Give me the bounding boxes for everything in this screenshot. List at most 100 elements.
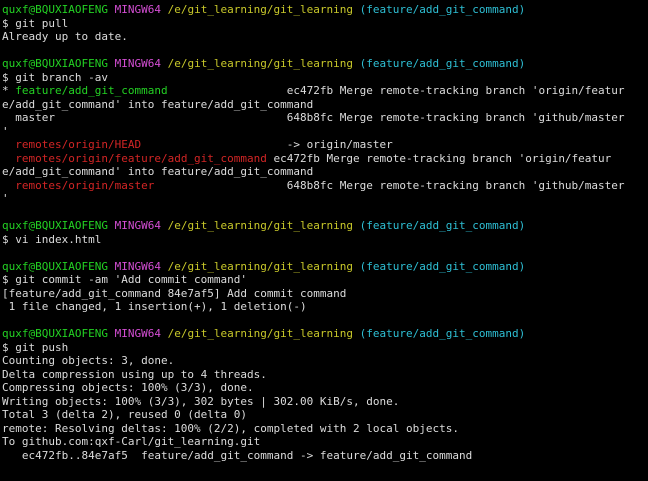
- terminal-line: e/add_git_command' into feature/add_git_…: [2, 98, 648, 112]
- remote-branch-name: remotes/origin/HEAD: [15, 138, 142, 151]
- output-text: $ git push: [2, 340, 69, 354]
- prompt-env: MINGW64: [114, 219, 161, 232]
- output-text: ec472fb Merge remote-tracking branch 'or…: [167, 84, 625, 97]
- output-text: $ vi index.html: [2, 232, 102, 246]
- output-text: -> origin/master: [141, 138, 393, 151]
- prompt-user-host: quxf@BQUXIAOFENG: [2, 3, 108, 16]
- output-text: $ git branch -av: [2, 70, 108, 84]
- output-text: Compressing objects: 100% (3/3), done.: [2, 381, 254, 394]
- terminal-line: remotes/origin/HEAD -> origin/master: [2, 138, 648, 152]
- output-text: Already up to date.: [2, 30, 128, 43]
- output-text: master 648b8fc Merge remote-tracking bra…: [2, 111, 625, 124]
- terminal-line: remotes/origin/master 648b8fc Merge remo…: [2, 179, 648, 193]
- terminal-line: Writing objects: 100% (3/3), 302 bytes |…: [2, 395, 648, 409]
- output-text: To github.com:qxf-Carl/git_learning.git: [2, 435, 261, 448]
- prompt-branch: (feature/add_git_command): [359, 327, 526, 340]
- current-branch-name: feature/add_git_command: [15, 84, 168, 97]
- output-text: ': [2, 124, 9, 138]
- terminal-line: $ git pull: [2, 17, 648, 31]
- terminal-line: quxf@BQUXIAOFENG MINGW64 /e/git_learning…: [2, 260, 648, 274]
- terminal-line: Compressing objects: 100% (3/3), done.: [2, 381, 648, 395]
- prompt-user-host: quxf@BQUXIAOFENG: [2, 57, 108, 70]
- terminal-line: Total 3 (delta 2), reused 0 (delta 0): [2, 408, 648, 422]
- terminal-line: master 648b8fc Merge remote-tracking bra…: [2, 111, 648, 125]
- terminal-line: Already up to date.: [2, 30, 648, 44]
- terminal-line: * feature/add_git_command ec472fb Merge …: [2, 84, 648, 98]
- output-text: *: [2, 84, 16, 97]
- output-text: ': [2, 192, 9, 205]
- prompt-user-host: quxf@BQUXIAOFENG: [2, 259, 108, 273]
- prompt-path: /e/git_learning/git_learning: [167, 219, 354, 232]
- terminal-line: remotes/origin/feature/add_git_command e…: [2, 152, 648, 166]
- terminal-line: [feature/add_git_command 84e7af5] Add co…: [2, 287, 648, 301]
- output-text: ec472fb Merge remote-tracking branch 'or…: [266, 151, 612, 165]
- output-text: Total 3 (delta 2), reused 0 (delta 0): [2, 408, 248, 421]
- prompt-branch: (feature/add_git_command): [359, 57, 526, 70]
- output-text: Counting objects: 3, done.: [2, 354, 175, 367]
- terminal-line: Delta compression using up to 4 threads.: [2, 368, 648, 382]
- terminal-line: $ vi index.html: [2, 233, 648, 247]
- prompt-path: /e/git_learning/git_learning: [167, 259, 354, 273]
- output-text: [feature/add_git_command 84e7af5] Add co…: [2, 286, 347, 300]
- output-text: 1 file changed, 1 insertion(+), 1 deleti…: [2, 300, 307, 313]
- prompt-env: MINGW64: [114, 327, 161, 340]
- terminal-line: quxf@BQUXIAOFENG MINGW64 /e/git_learning…: [2, 327, 648, 341]
- output-text: e/add_git_command' into feature/add_git_…: [2, 97, 314, 111]
- output-text: $ git pull: [2, 16, 69, 30]
- prompt-branch: (feature/add_git_command): [359, 219, 526, 232]
- prompt-path: /e/git_learning/git_learning: [167, 57, 354, 70]
- output-text: $ git commit -am 'Add commit command': [2, 273, 248, 286]
- output-text: 648b8fc Merge remote-tracking branch 'gi…: [154, 178, 625, 192]
- terminal-line: remote: Resolving deltas: 100% (2/2), co…: [2, 422, 648, 436]
- output-text: e/add_git_command' into feature/add_git_…: [2, 165, 314, 178]
- output-text: Writing objects: 100% (3/3), 302 bytes |…: [2, 394, 400, 408]
- prompt-env: MINGW64: [114, 57, 161, 70]
- prompt-branch: (feature/add_git_command): [359, 3, 526, 16]
- terminal-line: Counting objects: 3, done.: [2, 354, 648, 368]
- terminal-line: $ git push: [2, 341, 648, 355]
- terminal-line: $ git commit -am 'Add commit command': [2, 273, 648, 287]
- prompt-env: MINGW64: [114, 3, 161, 16]
- terminal-line: ': [2, 192, 648, 206]
- output-text: Delta compression using up to 4 threads.: [2, 367, 267, 381]
- terminal-line: $ git branch -av: [2, 71, 648, 85]
- output-text: ec472fb..84e7af5 feature/add_git_command…: [2, 448, 473, 462]
- prompt-path: /e/git_learning/git_learning: [167, 327, 354, 340]
- remote-branch-name: remotes/origin/feature/add_git_command: [15, 151, 267, 165]
- prompt-path: /e/git_learning/git_learning: [167, 3, 354, 16]
- prompt-user-host: quxf@BQUXIAOFENG: [2, 327, 108, 340]
- terminal-line: quxf@BQUXIAOFENG MINGW64 /e/git_learning…: [2, 57, 648, 71]
- terminal-window[interactable]: quxf@BQUXIAOFENG MINGW64 /e/git_learning…: [0, 0, 648, 481]
- terminal-line: quxf@BQUXIAOFENG MINGW64 /e/git_learning…: [2, 219, 648, 233]
- prompt-user-host: quxf@BQUXIAOFENG: [2, 219, 108, 232]
- terminal-line: quxf@BQUXIAOFENG MINGW64 /e/git_learning…: [2, 3, 648, 17]
- terminal-line: To github.com:qxf-Carl/git_learning.git: [2, 435, 648, 449]
- remote-branch-name: remotes/origin/master: [15, 178, 155, 192]
- terminal-line: ': [2, 125, 648, 139]
- terminal-line: e/add_git_command' into feature/add_git_…: [2, 165, 648, 179]
- prompt-branch: (feature/add_git_command): [359, 259, 526, 273]
- terminal-line: 1 file changed, 1 insertion(+), 1 deleti…: [2, 300, 648, 314]
- prompt-env: MINGW64: [114, 259, 161, 273]
